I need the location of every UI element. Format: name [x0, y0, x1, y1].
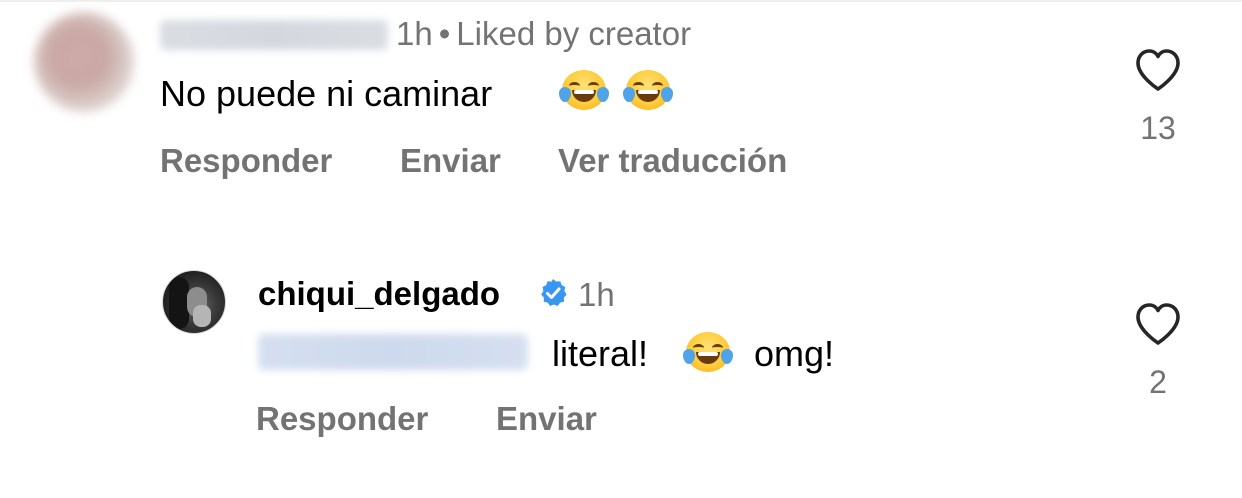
- see-translation-button[interactable]: Ver traducción: [558, 144, 787, 177]
- tears-of-joy-emoji: [683, 332, 733, 372]
- blurred-mention[interactable]: [258, 334, 528, 370]
- verified-badge-icon: [541, 279, 567, 306]
- chiqui-delgado-avatar[interactable]: [162, 270, 226, 334]
- blurred-username[interactable]: [160, 20, 388, 50]
- comment-text: No puede ni caminar: [160, 73, 493, 114]
- separator-dot: •: [438, 15, 451, 52]
- heart-outline-icon[interactable]: [1134, 302, 1182, 346]
- top-divider: [0, 0, 1242, 2]
- like-count: 13: [1140, 110, 1176, 146]
- send-button[interactable]: Enviar: [400, 144, 501, 177]
- comment-meta: 1h • Liked by creator: [396, 17, 691, 50]
- reply-button[interactable]: Responder: [160, 144, 332, 177]
- comment-time: 1h: [396, 15, 433, 52]
- reply-time: 1h: [578, 276, 615, 313]
- reply-button[interactable]: Responder: [256, 402, 428, 435]
- reply-text-after: omg!: [754, 333, 835, 374]
- tears-of-joy-emoji: [559, 70, 609, 110]
- commenter-avatar[interactable]: [34, 12, 134, 112]
- tears-of-joy-emoji: [623, 70, 673, 110]
- heart-outline-icon[interactable]: [1134, 48, 1182, 92]
- like-count: 2: [1149, 364, 1167, 400]
- reply-text-before: literal!: [552, 333, 649, 374]
- liked-by-creator: Liked by creator: [456, 15, 692, 52]
- send-button[interactable]: Enviar: [496, 402, 597, 435]
- reply-username[interactable]: chiqui_delgado: [258, 277, 500, 310]
